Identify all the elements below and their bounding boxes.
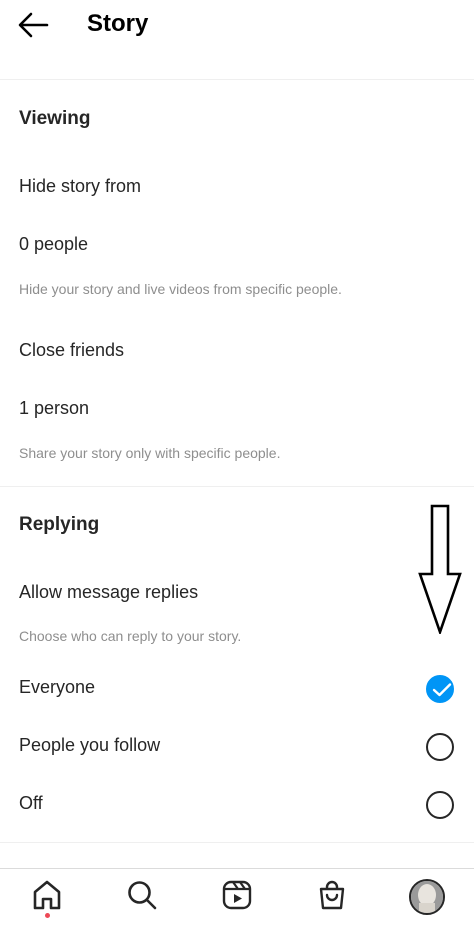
back-button[interactable]	[16, 8, 52, 42]
notification-dot	[45, 913, 50, 918]
allow-replies-help: Choose who can reply to your story.	[19, 628, 242, 644]
section-divider	[0, 486, 474, 487]
hide-story-value[interactable]: 0 people	[19, 234, 88, 255]
tab-home[interactable]	[29, 879, 65, 915]
tab-shop[interactable]	[314, 879, 350, 915]
reply-option-everyone[interactable]: Everyone	[0, 665, 474, 715]
reply-option-label: Off	[19, 793, 43, 813]
shop-icon	[319, 880, 345, 910]
radio-unchecked-icon[interactable]	[426, 791, 454, 819]
close-friends-help: Share your story only with specific peop…	[19, 445, 281, 461]
down-arrow-annotation-icon	[418, 504, 462, 634]
section-title-replying: Replying	[19, 514, 100, 535]
reels-icon	[222, 880, 252, 910]
reply-option-label: People you follow	[19, 735, 161, 755]
header: Story	[0, 0, 474, 80]
radio-checked-icon[interactable]	[426, 675, 454, 703]
avatar-image	[411, 881, 443, 913]
tab-search[interactable]	[124, 879, 160, 915]
reply-option-off[interactable]: Off	[0, 781, 474, 831]
profile-avatar[interactable]	[409, 879, 445, 915]
reply-option-people-you-follow[interactable]: People you follow	[0, 723, 474, 773]
hide-story-help: Hide your story and live videos from spe…	[19, 281, 342, 297]
radio-unchecked-icon[interactable]	[426, 733, 454, 761]
reply-option-label: Everyone	[19, 677, 96, 697]
section-title-viewing: Viewing	[19, 108, 91, 129]
arrow-left-icon	[18, 12, 49, 38]
allow-replies-title: Allow message replies	[19, 582, 199, 602]
tab-reels[interactable]	[219, 879, 255, 915]
close-friends-value[interactable]: 1 person	[19, 398, 89, 419]
section-divider	[0, 842, 474, 843]
search-icon	[128, 881, 157, 910]
checkmark-icon	[432, 683, 452, 697]
close-friends-title[interactable]: Close friends	[19, 340, 124, 361]
hide-story-title[interactable]: Hide story from	[19, 176, 141, 197]
page-title: Story	[87, 10, 149, 37]
home-icon	[33, 880, 61, 910]
